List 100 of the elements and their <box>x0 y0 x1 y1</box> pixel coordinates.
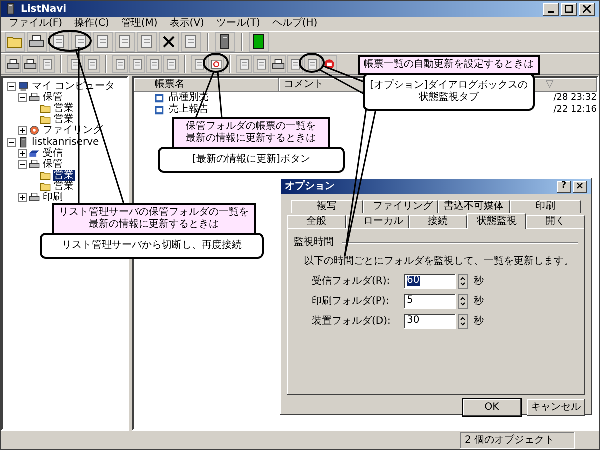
menu-item[interactable]: ファイル(F) <box>9 19 63 29</box>
page-icon <box>95 34 111 50</box>
folder-icon <box>40 170 51 181</box>
spinner-icon[interactable] <box>458 274 468 288</box>
toolbar-button[interactable] <box>159 32 179 52</box>
callout-title: 保管フォルダの帳票の一覧を 最新の情報に更新するときは <box>172 117 330 149</box>
highlight-ellipse <box>48 30 92 52</box>
dialog-tab[interactable]: 状態監視 <box>467 213 526 229</box>
callout-title: リスト管理サーバの保管フォルダの一覧を 最新の情報に更新するときは <box>52 203 256 235</box>
server-icon <box>5 3 17 15</box>
menu-item[interactable]: 操作(C) <box>74 19 110 29</box>
tree-item[interactable]: 営業 <box>53 114 75 125</box>
column-header[interactable]: 帳票名 <box>155 80 185 90</box>
dialog-tab[interactable]: ファイリング <box>362 200 438 213</box>
tree-item[interactable]: 受信 <box>42 148 64 159</box>
dialog-tab[interactable]: 複写 <box>291 200 362 213</box>
number-field[interactable]: 30 <box>404 314 456 328</box>
menu-item[interactable]: ヘルプ(H) <box>272 19 318 29</box>
printer-icon <box>29 192 40 203</box>
page-icon <box>40 58 54 70</box>
document-icon <box>154 92 165 104</box>
expand-icon[interactable] <box>18 149 27 158</box>
dialog-button[interactable]: OK <box>463 399 521 416</box>
help-button[interactable]: ? <box>557 180 571 192</box>
minimize-button[interactable] <box>543 2 559 16</box>
number-field[interactable]: 5 <box>404 294 456 308</box>
folder-icon <box>40 114 51 125</box>
page-icon <box>51 34 67 50</box>
menu-item[interactable]: ツール(T) <box>216 19 260 29</box>
expand-icon[interactable] <box>18 193 27 202</box>
collapse-icon[interactable] <box>18 160 27 169</box>
page-icon <box>254 58 268 70</box>
menu-item[interactable]: 管理(M) <box>121 19 158 29</box>
toolbar-button[interactable] <box>27 32 47 52</box>
toolbar-button[interactable] <box>215 32 235 52</box>
disc-icon <box>29 125 40 136</box>
page-icon <box>86 58 98 70</box>
menu-item[interactable]: 表示(V) <box>170 19 204 29</box>
table-cell: /22 12:16 <box>554 106 597 114</box>
server-icon <box>18 137 29 148</box>
leader-line <box>217 72 223 118</box>
document-icon <box>154 104 165 116</box>
maximize-button[interactable] <box>561 2 577 16</box>
close-button[interactable] <box>579 2 595 16</box>
toolbar-button[interactable] <box>22 55 38 73</box>
page-icon <box>306 58 318 70</box>
page-icon <box>183 34 199 50</box>
toolbar-button[interactable] <box>270 55 286 73</box>
collapse-icon[interactable] <box>7 82 16 91</box>
spinner-icon[interactable] <box>458 314 468 328</box>
page-icon <box>117 34 133 50</box>
dialog-tab[interactable]: 開く <box>526 215 585 228</box>
dialog-tab[interactable]: 接続 <box>408 215 468 228</box>
page-icon <box>148 58 160 70</box>
toolbar-button[interactable] <box>5 55 21 73</box>
tray-icon <box>29 148 40 159</box>
highlight-ellipse <box>203 53 229 73</box>
tree-item[interactable]: 営業 <box>53 181 75 192</box>
field-label: 印刷フォルダ(P): <box>312 294 390 308</box>
printer-icon <box>29 159 40 170</box>
collapse-icon[interactable] <box>7 138 16 147</box>
tree-item[interactable]: 営業 <box>53 103 75 114</box>
toolbar-button[interactable] <box>191 55 207 73</box>
page-icon <box>114 58 126 70</box>
close-icon <box>583 5 591 13</box>
group-label: 監視時間 <box>294 236 334 250</box>
callout-note: リスト管理サーバから切断し、再度接続 <box>40 233 264 259</box>
dialog-tab[interactable]: 全般 <box>287 215 346 228</box>
page-icon <box>164 58 178 70</box>
printer-icon <box>29 34 45 50</box>
unit-label: 秒 <box>474 294 484 308</box>
number-field[interactable]: 60 <box>404 274 456 288</box>
unit-label: 秒 <box>474 274 484 288</box>
toolbar-button[interactable] <box>249 32 269 52</box>
toolbar-button[interactable] <box>287 55 303 73</box>
folder-icon <box>40 181 51 192</box>
computer-icon <box>18 81 29 92</box>
cross-icon <box>161 34 177 50</box>
printer-icon <box>272 58 284 70</box>
dialog-tab[interactable]: ローカル <box>346 215 409 228</box>
callout-note: [最新の情報に更新]ボタン <box>158 147 345 173</box>
folder-icon <box>40 103 51 114</box>
expand-icon[interactable] <box>18 126 27 135</box>
tree-item[interactable]: 保管 <box>42 92 64 103</box>
spinner-icon[interactable] <box>458 294 468 308</box>
unit-label: 秒 <box>474 314 484 328</box>
printer-icon <box>24 58 36 70</box>
collapse-icon[interactable] <box>18 93 27 102</box>
dialog-tab[interactable]: 書込不可媒体 <box>438 200 510 213</box>
dialog-button[interactable]: キャンセル <box>527 399 585 416</box>
page-icon <box>288 58 302 70</box>
tree-item[interactable]: 印刷 <box>42 192 64 203</box>
column-header[interactable]: コメント <box>284 80 324 90</box>
dialog-tab[interactable]: 印刷 <box>510 200 581 213</box>
page-icon <box>139 34 155 50</box>
description-text: 以下の時間ごとにフォルダを監視して、一覧を更新します。 <box>303 254 575 269</box>
close-button[interactable]: × <box>573 180 587 192</box>
tree-item[interactable]: 営業 <box>53 170 75 181</box>
tree-item[interactable]: 保管 <box>42 159 64 170</box>
field-value: 60 <box>407 276 420 286</box>
